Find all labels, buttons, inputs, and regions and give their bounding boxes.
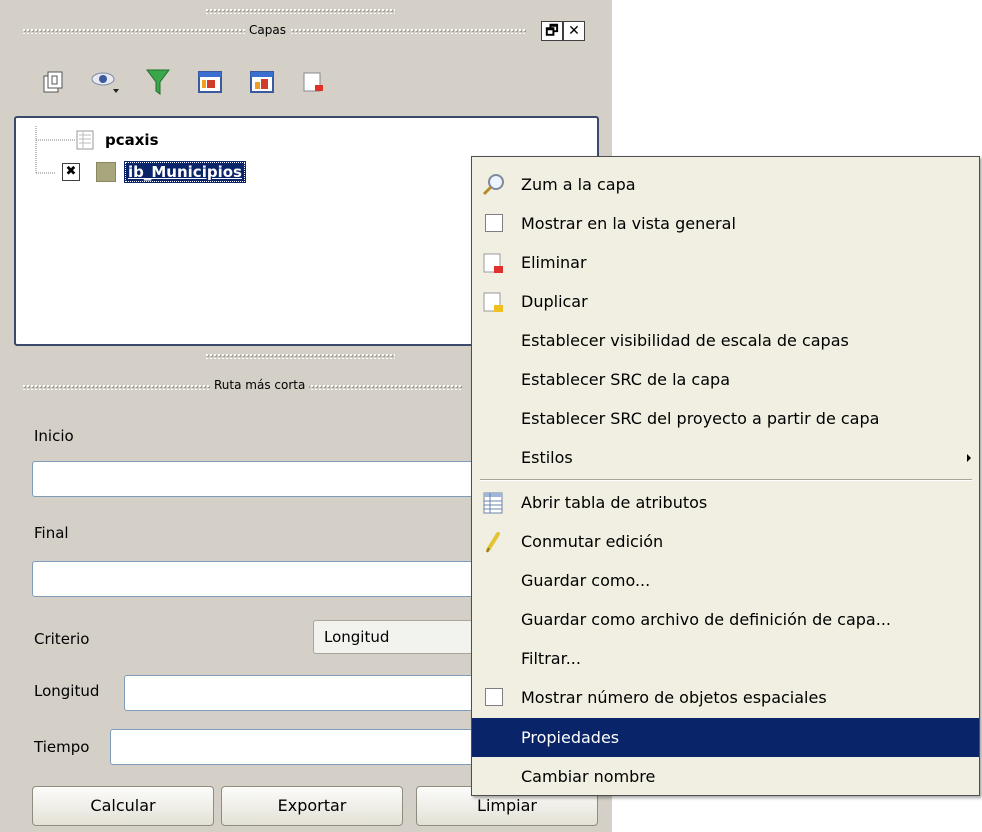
criterion-select[interactable]: Longitud <box>313 620 483 654</box>
menu-item-save-as-layer-definition[interactable]: Guardar como archivo de definición de ca… <box>472 600 979 639</box>
layers-toolbar <box>28 62 340 102</box>
close-button[interactable]: ✕ <box>563 21 585 41</box>
menu-item-label: Establecer SRC del proyecto a partir de … <box>521 409 880 428</box>
dock-grip-top <box>205 8 395 14</box>
visibility-eye-icon <box>91 72 119 93</box>
layers-panel-title: Capas <box>245 23 290 37</box>
expand-all-icon <box>198 71 222 93</box>
menu-item-label: Propiedades <box>521 728 620 747</box>
remove-layer-icon <box>303 72 323 92</box>
filter-icon <box>146 69 170 95</box>
start-label: Inicio <box>34 427 74 445</box>
layer-label[interactable]: ib_Municipios <box>124 161 246 183</box>
menu-item-label: Eliminar <box>521 253 587 272</box>
layer-context-menu: Zum a la capa Mostrar en la vista genera… <box>471 156 980 796</box>
length-field[interactable] <box>124 675 480 711</box>
table-icon <box>483 492 503 514</box>
export-button[interactable]: Exportar <box>221 786 403 826</box>
menu-item-show-in-overview[interactable]: Mostrar en la vista general <box>472 204 979 243</box>
menu-item-properties[interactable]: Propiedades <box>472 718 979 757</box>
menu-item-label: Estilos <box>521 448 573 467</box>
menu-item-save-as[interactable]: Guardar como... <box>472 561 979 600</box>
zoom-icon <box>482 174 504 196</box>
end-label: Final <box>34 524 69 542</box>
visibility-button[interactable] <box>80 62 132 102</box>
time-field[interactable] <box>110 729 480 765</box>
overview-checkbox[interactable] <box>485 214 503 232</box>
filter-button[interactable] <box>132 62 184 102</box>
remove-icon <box>483 253 503 273</box>
menu-item-set-project-crs[interactable]: Establecer SRC del proyecto a partir de … <box>472 399 979 438</box>
expand-all-button[interactable] <box>184 62 236 102</box>
dock-grip-mid <box>205 353 395 359</box>
menu-item-label: Guardar como archivo de definición de ca… <box>521 610 891 629</box>
table-layer-icon <box>76 130 94 150</box>
criterion-label: Criterio <box>34 630 90 648</box>
float-button[interactable]: 🗗 <box>541 21 563 41</box>
tree-row-ib-municipios[interactable]: ✖ ib_Municipios <box>62 161 246 183</box>
menu-item-label: Establecer SRC de la capa <box>521 370 730 389</box>
add-group-button[interactable] <box>28 62 80 102</box>
menu-item-label: Mostrar número de objetos espaciales <box>521 688 827 707</box>
calculate-button[interactable]: Calcular <box>32 786 214 826</box>
collapse-all-button[interactable] <box>236 62 288 102</box>
start-field[interactable] <box>32 461 480 497</box>
menu-item-show-feature-count[interactable]: Mostrar número de objetos espaciales <box>472 678 979 717</box>
menu-item-label: Conmutar edición <box>521 532 664 551</box>
submenu-arrow-icon <box>967 454 971 462</box>
menu-item-set-scale-visibility[interactable]: Establecer visibilidad de escala de capa… <box>472 321 979 360</box>
collapse-all-icon <box>250 71 274 93</box>
group-label: pcaxis <box>105 131 159 149</box>
end-field[interactable] <box>32 561 480 597</box>
menu-item-label: Guardar como... <box>521 571 651 590</box>
menu-item-label: Mostrar en la vista general <box>521 214 736 233</box>
tree-row-pcaxis[interactable]: pcaxis <box>76 129 159 151</box>
menu-item-toggle-editing[interactable]: Conmutar edición <box>472 522 979 561</box>
route-panel-title: Ruta más corta <box>210 378 310 392</box>
menu-item-open-attribute-table[interactable]: Abrir tabla de atributos <box>472 483 979 522</box>
layer-color-swatch <box>96 162 116 182</box>
menu-item-set-layer-crs[interactable]: Establecer SRC de la capa <box>472 360 979 399</box>
menu-item-label: Cambiar nombre <box>521 767 656 786</box>
pencil-icon <box>486 532 500 553</box>
menu-item-remove[interactable]: Eliminar <box>472 243 979 282</box>
duplicate-icon <box>483 292 503 312</box>
menu-item-filter[interactable]: Filtrar... <box>472 639 979 678</box>
time-label: Tiempo <box>34 738 90 756</box>
menu-separator <box>480 479 972 481</box>
menu-item-duplicate[interactable]: Duplicar <box>472 282 979 321</box>
menu-item-styles[interactable]: Estilos <box>472 438 979 477</box>
menu-item-rename[interactable]: Cambiar nombre <box>472 757 979 796</box>
menu-item-label: Zum a la capa <box>521 175 636 194</box>
menu-item-label: Duplicar <box>521 292 588 311</box>
length-label: Longitud <box>34 682 100 700</box>
menu-item-label: Filtrar... <box>521 649 581 668</box>
remove-layer-button[interactable] <box>288 62 340 102</box>
layer-visibility-checkbox[interactable]: ✖ <box>62 163 80 181</box>
menu-item-zoom-to-layer[interactable]: Zum a la capa <box>472 165 979 204</box>
feature-count-checkbox[interactable] <box>485 688 503 706</box>
menu-item-label: Establecer visibilidad de escala de capa… <box>521 331 849 350</box>
add-group-icon <box>43 71 63 93</box>
menu-item-label: Abrir tabla de atributos <box>521 493 708 512</box>
